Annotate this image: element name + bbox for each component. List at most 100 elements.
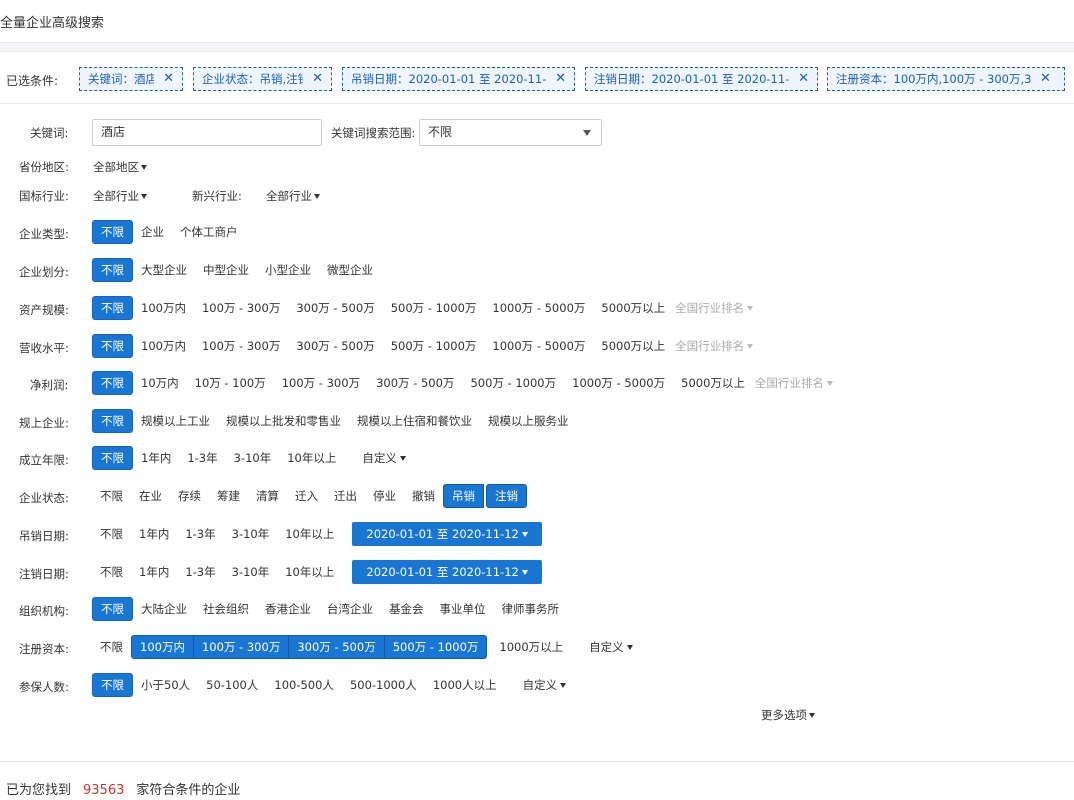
status-option[interactable]: 撤销 <box>404 484 443 508</box>
cancelled-date-option[interactable]: 1年内 <box>131 560 177 584</box>
more-options-dropdown[interactable]: 更多选项 <box>761 707 815 723</box>
founded-option[interactable]: 3-10年 <box>226 446 280 470</box>
revenue-option[interactable]: 1000万 - 5000万 <box>484 334 593 358</box>
capital-option-selected[interactable]: 100万 - 300万 <box>192 635 290 659</box>
province-dropdown[interactable]: 全部地区 <box>93 159 147 175</box>
assets-option[interactable]: 不限 <box>92 296 133 320</box>
profit-option[interactable]: 100万 - 300万 <box>274 371 368 395</box>
profit-option[interactable]: 500万 - 1000万 <box>462 371 564 395</box>
status-option-selected[interactable]: 注销 <box>486 484 527 508</box>
revenue-option[interactable]: 5000万以上 <box>593 334 673 358</box>
close-icon[interactable]: ✕ <box>798 68 809 90</box>
type-option[interactable]: 个体工商户 <box>172 220 246 244</box>
cancelled-date-option[interactable]: 3-10年 <box>224 560 278 584</box>
insured-custom-dropdown[interactable]: 自定义 <box>515 673 575 697</box>
type-option[interactable]: 企业 <box>133 220 172 244</box>
founded-option[interactable]: 不限 <box>92 446 133 470</box>
above-scale-option[interactable]: 规模以上工业 <box>133 409 218 433</box>
insured-option[interactable]: 50-100人 <box>198 673 266 697</box>
revoked-date-option[interactable]: 不限 <box>92 522 131 546</box>
cancelled-date-option[interactable]: 1-3年 <box>177 560 223 584</box>
profit-option[interactable]: 1000万 - 5000万 <box>564 371 673 395</box>
above-scale-option[interactable]: 规模以上服务业 <box>480 409 577 433</box>
size-option[interactable]: 微型企业 <box>319 258 381 282</box>
insured-option[interactable]: 1000人以上 <box>425 673 505 697</box>
above-scale-option[interactable]: 规模以上住宿和餐饮业 <box>349 409 480 433</box>
close-icon[interactable]: ✕ <box>555 68 566 90</box>
status-option[interactable]: 存续 <box>170 484 209 508</box>
assets-option[interactable]: 100万 - 300万 <box>194 296 288 320</box>
tag-keyword[interactable]: 关键词：酒店 ✕ <box>79 67 183 91</box>
revoked-date-range-picker[interactable]: 2020-01-01 至 2020-11-12 <box>352 522 542 546</box>
insured-option[interactable]: 500-1000人 <box>342 673 425 697</box>
above-scale-option[interactable]: 规模以上批发和零售业 <box>218 409 349 433</box>
cancelled-date-option[interactable]: 不限 <box>92 560 131 584</box>
assets-rank-dropdown[interactable]: 全国行业排名 <box>673 296 761 320</box>
assets-option[interactable]: 500万 - 1000万 <box>383 296 485 320</box>
org-option[interactable]: 律师事务所 <box>494 597 568 621</box>
keyword-scope-select[interactable]: 不限 <box>419 119 602 146</box>
revenue-option[interactable]: 500万 - 1000万 <box>383 334 485 358</box>
new-industry-dropdown[interactable]: 全部行业 <box>266 188 320 204</box>
profit-option[interactable]: 10万内 <box>133 371 187 395</box>
status-option[interactable]: 筹建 <box>209 484 248 508</box>
org-option[interactable]: 不限 <box>92 597 133 621</box>
insured-option[interactable]: 100-500人 <box>266 673 342 697</box>
tag-cancelled-date[interactable]: 注销日期：2020-01-01 至 2020-11-12 ✕ <box>585 67 818 91</box>
cancelled-date-range-picker[interactable]: 2020-01-01 至 2020-11-12 <box>352 560 542 584</box>
status-option[interactable]: 在业 <box>131 484 170 508</box>
cancelled-date-option[interactable]: 10年以上 <box>277 560 342 584</box>
size-option[interactable]: 小型企业 <box>257 258 319 282</box>
revoked-date-option[interactable]: 1年内 <box>131 522 177 546</box>
founded-option[interactable]: 1年内 <box>133 446 179 470</box>
revenue-rank-dropdown[interactable]: 全国行业排名 <box>673 334 761 358</box>
insured-option[interactable]: 小于50人 <box>133 673 198 697</box>
profit-rank-dropdown[interactable]: 全国行业排名 <box>753 371 841 395</box>
revenue-option[interactable]: 100万内 <box>133 334 194 358</box>
assets-option[interactable]: 1000万 - 5000万 <box>484 296 593 320</box>
close-icon[interactable]: ✕ <box>312 68 323 90</box>
capital-option-selected[interactable]: 100万内 <box>131 635 194 659</box>
org-option[interactable]: 基金会 <box>381 597 432 621</box>
revoked-date-option[interactable]: 3-10年 <box>224 522 278 546</box>
org-option[interactable]: 香港企业 <box>257 597 319 621</box>
status-option[interactable]: 迁出 <box>326 484 365 508</box>
keyword-input[interactable]: 酒店 <box>92 119 322 146</box>
founded-option[interactable]: 1-3年 <box>179 446 225 470</box>
status-option[interactable]: 不限 <box>92 484 131 508</box>
profit-option[interactable]: 不限 <box>92 371 133 395</box>
industry-dropdown[interactable]: 全部行业 <box>93 188 147 204</box>
assets-option[interactable]: 5000万以上 <box>593 296 673 320</box>
org-option[interactable]: 事业单位 <box>432 597 494 621</box>
tag-capital[interactable]: 注册资本：100万内,100万 - 300万,30... ✕ <box>827 67 1065 91</box>
org-option[interactable]: 台湾企业 <box>319 597 381 621</box>
size-option[interactable]: 中型企业 <box>195 258 257 282</box>
revenue-option[interactable]: 300万 - 500万 <box>288 334 382 358</box>
org-option[interactable]: 社会组织 <box>195 597 257 621</box>
capital-option[interactable]: 不限 <box>92 635 131 659</box>
profit-option[interactable]: 300万 - 500万 <box>368 371 462 395</box>
capital-option-selected[interactable]: 500万 - 1000万 <box>383 635 488 659</box>
close-icon[interactable]: ✕ <box>1040 68 1051 90</box>
above-scale-option[interactable]: 不限 <box>92 409 133 433</box>
status-option-selected[interactable]: 吊销 <box>443 484 484 508</box>
tag-revoked-date[interactable]: 吊销日期：2020-01-01 至 2020-11-12 ✕ <box>342 67 575 91</box>
revoked-date-option[interactable]: 1-3年 <box>177 522 223 546</box>
assets-option[interactable]: 300万 - 500万 <box>288 296 382 320</box>
close-icon[interactable]: ✕ <box>163 68 174 90</box>
tag-status[interactable]: 企业状态：吊销,注销 ✕ <box>193 67 332 91</box>
revenue-option[interactable]: 不限 <box>92 334 133 358</box>
org-option[interactable]: 大陆企业 <box>133 597 195 621</box>
capital-option[interactable]: 1000万以上 <box>491 635 571 659</box>
profit-option[interactable]: 10万 - 100万 <box>187 371 274 395</box>
capital-custom-dropdown[interactable]: 自定义 <box>581 635 641 659</box>
revenue-option[interactable]: 100万 - 300万 <box>194 334 288 358</box>
insured-option[interactable]: 不限 <box>92 673 133 697</box>
founded-custom-dropdown[interactable]: 自定义 <box>354 446 414 470</box>
status-option[interactable]: 清算 <box>248 484 287 508</box>
status-option[interactable]: 迁入 <box>287 484 326 508</box>
assets-option[interactable]: 100万内 <box>133 296 194 320</box>
profit-option[interactable]: 5000万以上 <box>673 371 753 395</box>
type-option[interactable]: 不限 <box>92 220 133 244</box>
size-option[interactable]: 大型企业 <box>133 258 195 282</box>
